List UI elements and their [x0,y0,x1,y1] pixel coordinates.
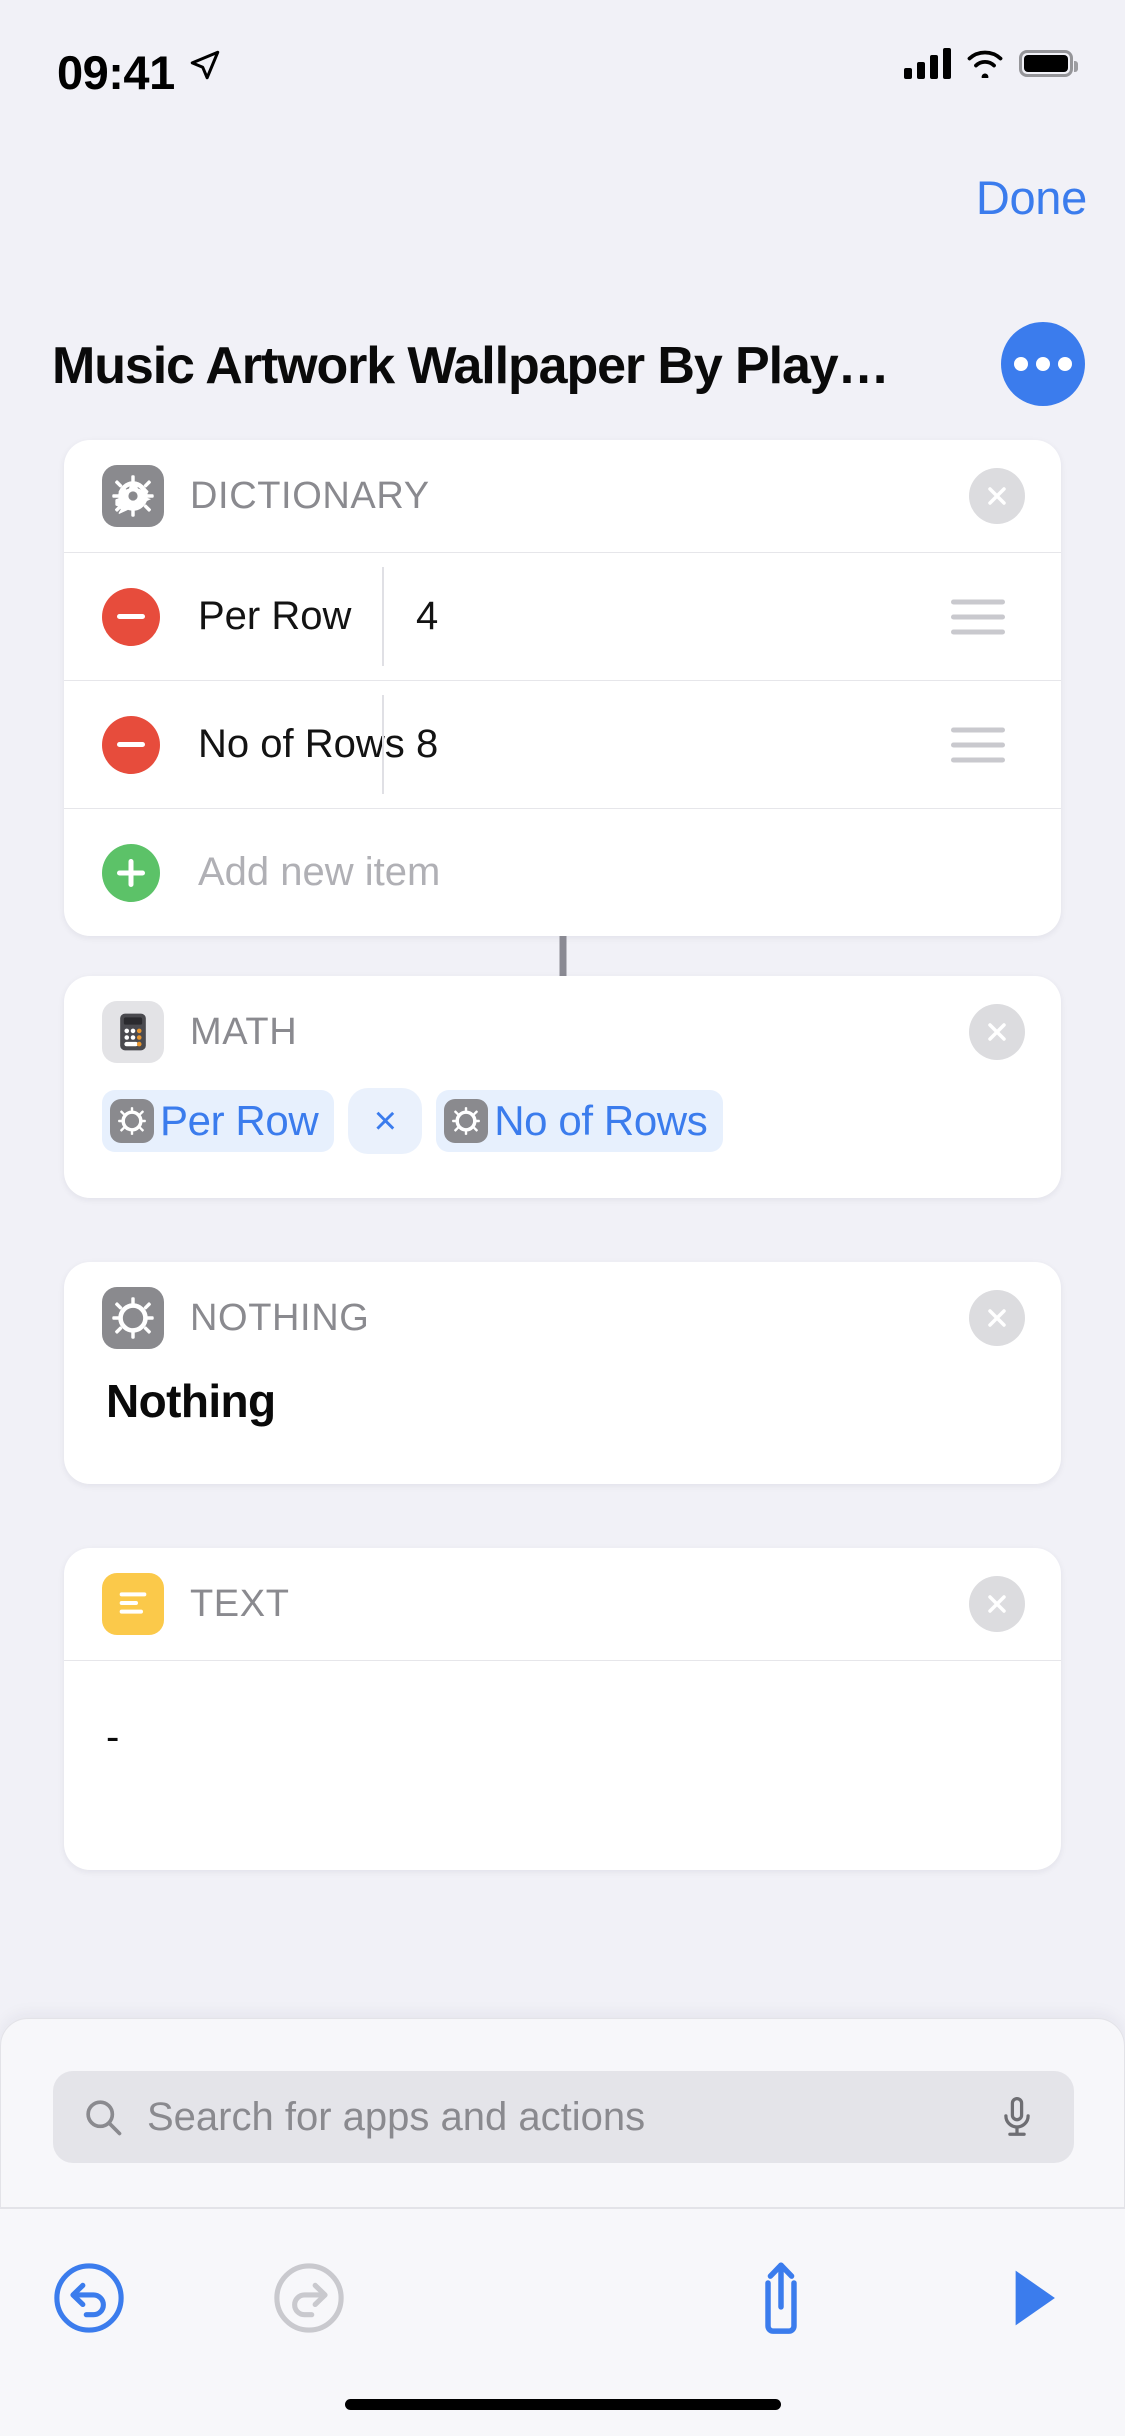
gear-icon [102,1287,164,1349]
calculator-icon [102,1001,164,1063]
wifi-icon [967,50,1003,78]
microphone-icon[interactable] [994,2094,1040,2140]
action-header: TEXT [64,1548,1061,1660]
column-divider [382,695,384,794]
gear-icon [110,1099,154,1143]
minus-circle-icon[interactable] [102,587,160,646]
dictionary-value[interactable]: 8 [416,722,438,767]
card-gap [0,1198,1125,1262]
search-panel: Search for apps and actions [0,2018,1125,2208]
variable-token-label: No of Rows [494,1097,708,1144]
variable-token-label: Per Row [160,1097,319,1144]
remove-action-button[interactable] [969,1576,1025,1632]
action-header: DICTIONARY [64,440,1061,552]
remove-action-button[interactable] [969,1290,1025,1346]
redo-button[interactable] [268,2257,350,2344]
location-arrow-icon [190,50,220,80]
action-card-dictionary[interactable]: DICTIONARY Per Row 4 No of Rows 8 Add ne… [64,440,1061,936]
operator-multiply[interactable]: × [348,1088,423,1154]
run-button[interactable] [990,2257,1072,2344]
card-gap [0,936,1125,976]
status-bar-time: 09:41 [57,46,175,99]
status-bar: 09:41 [0,0,1125,132]
action-card-nothing[interactable]: NOTHING Nothing [64,1262,1061,1484]
close-icon [988,1023,1006,1041]
drag-handle-icon[interactable] [951,727,1005,762]
action-kicker: NOTHING [190,1296,370,1339]
action-card-math[interactable]: MATH Per Row × No of Rows [64,976,1061,1198]
add-new-item-label: Add new item [198,850,441,894]
dictionary-value[interactable]: 4 [416,594,438,639]
undo-icon [54,2263,124,2333]
cellular-bars-icon [904,47,951,79]
column-divider [382,567,384,666]
action-kicker: MATH [190,1010,298,1053]
dictionary-row[interactable]: Per Row 4 [64,552,1061,680]
action-body-text: Nothing [106,1375,276,1427]
action-kicker: TEXT [190,1582,290,1625]
undo-button[interactable] [48,2257,130,2344]
card-gap [0,1484,1125,1548]
action-kicker: DICTIONARY [190,474,430,517]
gear-icon [102,465,164,527]
page-title: Music Artwork Wallpaper By Play… [52,337,890,395]
actions-list: DICTIONARY Per Row 4 No of Rows 8 Add ne… [0,440,1125,1870]
action-header: MATH [64,976,1061,1088]
done-button[interactable]: Done [976,170,1087,225]
action-connector [559,936,566,976]
action-header: NOTHING [64,1262,1061,1374]
search-input[interactable]: Search for apps and actions [53,2071,1074,2163]
drag-handle-icon[interactable] [951,599,1005,634]
more-options-button[interactable] [1001,322,1085,406]
bottom-toolbar [0,2208,1125,2436]
remove-action-button[interactable] [969,468,1025,524]
text-action-content[interactable]: - [64,1660,1061,1870]
home-indicator [344,2399,781,2410]
remove-action-button[interactable] [969,1004,1025,1060]
share-button[interactable] [740,2257,822,2344]
math-formula: Per Row × No of Rows [64,1088,1061,1198]
plus-circle-icon[interactable] [102,843,160,902]
status-bar-indicators [904,47,1078,79]
battery-full-icon [1019,49,1078,77]
variable-token-per-row[interactable]: Per Row [102,1090,335,1152]
dictionary-row[interactable]: No of Rows 8 [64,680,1061,808]
ellipsis-icon [1036,357,1050,371]
add-new-item-row[interactable]: Add new item [64,808,1061,936]
share-icon [765,2262,797,2334]
redo-icon [274,2263,344,2333]
search-placeholder: Search for apps and actions [147,2094,646,2139]
shortcuts-editor-screen: 09:41 Done Music Artwork Wallpaper By Pl… [0,0,1125,2436]
close-icon [988,1309,1006,1327]
shortcut-title-row: Music Artwork Wallpaper By Play… [0,318,1125,414]
play-icon [1015,2270,1055,2326]
search-icon [86,2100,122,2136]
action-card-text[interactable]: TEXT - [64,1548,1061,1870]
text-lines-icon [102,1573,164,1635]
variable-token-no-of-rows[interactable]: No of Rows [436,1090,724,1152]
gear-icon [444,1099,489,1143]
ellipsis-icon [1014,357,1028,371]
close-icon [988,1595,1006,1613]
ellipsis-icon [1058,357,1072,371]
close-icon [988,487,1006,505]
minus-circle-icon[interactable] [102,715,160,774]
